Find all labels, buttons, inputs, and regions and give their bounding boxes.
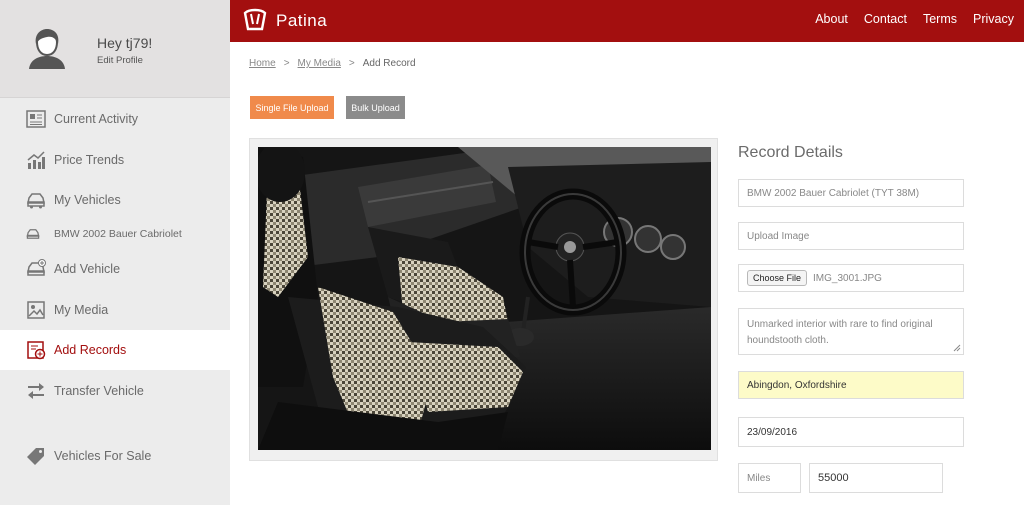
edit-profile-link[interactable]: Edit Profile bbox=[97, 55, 143, 66]
profile-greeting: Hey tj79! bbox=[97, 35, 153, 51]
sidebar-item-label: My Vehicles bbox=[54, 193, 121, 207]
nav-link-terms[interactable]: Terms bbox=[923, 12, 957, 26]
record-details-title: Record Details bbox=[738, 144, 843, 161]
price-tag-icon bbox=[27, 448, 44, 465]
sidebar-item-my-media[interactable]: My Media bbox=[0, 290, 230, 330]
sidebar-item-current-activity[interactable]: Current Activity bbox=[0, 99, 230, 139]
breadcrumb-separator: > bbox=[283, 58, 290, 69]
sidebar-item-vehicles-for-sale[interactable]: Vehicles For Sale bbox=[0, 436, 230, 476]
sidebar-item-label: BMW 2002 Bauer Cabriolet bbox=[54, 228, 182, 240]
sidebar-item-label: Add Records bbox=[54, 343, 127, 357]
patina-logo-icon[interactable] bbox=[242, 8, 268, 32]
sidebar-item-label: Price Trends bbox=[54, 153, 125, 167]
breadcrumb-current: Add Record bbox=[362, 58, 416, 69]
breadcrumb: Home > My Media > Add Record bbox=[249, 58, 416, 69]
sidebar-item-add-vehicle[interactable]: Add Vehicle bbox=[0, 249, 230, 289]
location-field[interactable]: Abingdon, Oxfordshire bbox=[738, 371, 964, 399]
logo-text[interactable]: Patina bbox=[276, 11, 327, 31]
sidebar-item-transfer-vehicle[interactable]: Transfer Vehicle bbox=[0, 371, 230, 411]
top-nav-links: About Contact Terms Privacy bbox=[815, 12, 1014, 26]
units-field[interactable]: Miles bbox=[738, 463, 801, 493]
bar-chart-icon bbox=[27, 151, 45, 169]
sidebar: Hey tj79! Edit Profile Current Activity … bbox=[0, 0, 230, 505]
selected-file-name: IMG_3001.JPG bbox=[813, 272, 882, 284]
transfer-arrows-icon bbox=[28, 383, 44, 399]
breadcrumb-separator: > bbox=[348, 58, 355, 69]
upload-image-field[interactable]: Upload Image bbox=[738, 222, 964, 250]
car-small-icon bbox=[26, 229, 40, 239]
nav-link-privacy[interactable]: Privacy bbox=[973, 12, 1014, 26]
car-icon bbox=[27, 193, 45, 209]
resize-grip-icon[interactable] bbox=[953, 344, 961, 352]
car-interior-photo bbox=[258, 147, 711, 450]
sidebar-item-label: Add Vehicle bbox=[54, 262, 121, 276]
sidebar-item-label: My Media bbox=[54, 303, 109, 317]
top-navigation-bar: Patina About Contact Terms Privacy bbox=[230, 0, 1024, 42]
sidebar-item-price-trends[interactable]: Price Trends bbox=[0, 140, 230, 180]
sidebar-item-label: Vehicles For Sale bbox=[54, 449, 152, 463]
nav-link-contact[interactable]: Contact bbox=[864, 12, 907, 26]
photo-preview-frame bbox=[249, 138, 718, 461]
breadcrumb-home[interactable]: Home bbox=[249, 58, 276, 69]
vehicle-select-field[interactable]: BMW 2002 Bauer Cabriolet (TYT 38M) bbox=[738, 179, 964, 207]
nav-link-about[interactable]: About bbox=[815, 12, 848, 26]
date-field[interactable]: 23/09/2016 bbox=[738, 417, 964, 447]
file-input-field[interactable]: Choose File IMG_3001.JPG bbox=[738, 264, 964, 292]
bulk-upload-button[interactable]: Bulk Upload bbox=[346, 96, 405, 119]
sidebar-item-label: Transfer Vehicle bbox=[54, 384, 144, 398]
breadcrumb-my-media[interactable]: My Media bbox=[298, 58, 341, 69]
car-interior-illustration bbox=[258, 147, 711, 450]
single-file-upload-button[interactable]: Single File Upload bbox=[250, 96, 334, 119]
user-avatar-icon[interactable] bbox=[26, 26, 68, 70]
record-add-icon bbox=[27, 341, 46, 360]
profile-panel: Hey tj79! Edit Profile bbox=[0, 0, 230, 98]
mileage-field[interactable]: 55000 bbox=[809, 463, 943, 493]
sidebar-item-add-records[interactable]: Add Records bbox=[0, 330, 230, 370]
sidebar-item-bmw-2002[interactable]: BMW 2002 Bauer Cabriolet bbox=[0, 214, 230, 254]
image-icon bbox=[27, 301, 45, 319]
sidebar-item-label: Current Activity bbox=[54, 112, 139, 126]
newspaper-icon bbox=[26, 110, 46, 128]
choose-file-button[interactable]: Choose File bbox=[747, 270, 808, 286]
description-text: Unmarked interior with rare to find orig… bbox=[747, 319, 933, 346]
description-textarea[interactable]: Unmarked interior with rare to find orig… bbox=[738, 308, 964, 355]
car-plus-icon bbox=[27, 259, 46, 276]
